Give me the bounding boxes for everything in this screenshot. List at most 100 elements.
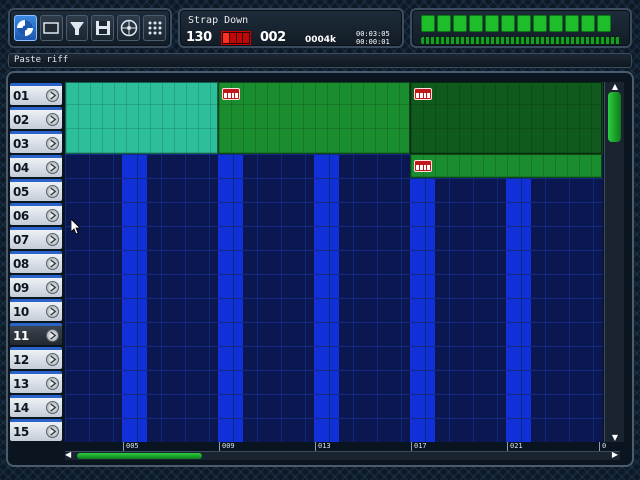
riff-block[interactable] [218, 82, 410, 154]
track-number: 07 [13, 232, 29, 247]
channel-light [581, 15, 595, 32]
pattern-number[interactable]: 002 [260, 30, 286, 45]
screen-icon[interactable] [39, 15, 63, 41]
ruler-mark: 021 [507, 442, 523, 451]
track-number: 10 [13, 304, 29, 319]
track-options-icon[interactable] [46, 305, 59, 318]
track-number: 03 [13, 136, 29, 151]
track-options-icon[interactable] [46, 209, 59, 222]
track-number: 08 [13, 256, 29, 271]
vertical-scrollbar[interactable]: ▲ ▼ [604, 82, 624, 442]
channel-light [549, 15, 563, 32]
status-text: Paste riff [14, 55, 69, 65]
pattern-column [410, 178, 435, 442]
song-info-panel: Strap Down 130 002 0004k 00:03:05 00:00:… [178, 8, 404, 48]
riff-icon[interactable] [414, 160, 432, 172]
scroll-right-icon[interactable]: ▶ [612, 450, 618, 459]
grid-line [65, 274, 603, 275]
track-row[interactable]: 03 [10, 131, 62, 153]
horizontal-scroll-thumb[interactable] [77, 453, 202, 459]
grid-line [65, 250, 603, 251]
track-row[interactable]: 12 [10, 347, 62, 369]
dots-grid-icon[interactable] [143, 15, 166, 41]
riff-block[interactable] [602, 82, 603, 154]
track-row[interactable]: 09 [10, 275, 62, 297]
track-row[interactable]: 06 [10, 203, 62, 225]
save-icon[interactable] [91, 15, 115, 41]
track-row[interactable]: 14 [10, 395, 62, 417]
level-meter [421, 37, 621, 44]
track-row[interactable]: 10 [10, 299, 62, 321]
track-row[interactable]: 04 [10, 155, 62, 177]
track-number: 14 [13, 400, 29, 415]
channel-light [565, 15, 579, 32]
funnel-icon[interactable] [65, 15, 89, 41]
track-options-icon[interactable] [46, 89, 59, 102]
grid-line [65, 226, 603, 227]
track-number: 09 [13, 280, 29, 295]
track-row[interactable]: 05 [10, 179, 62, 201]
ruler-mark: 017 [411, 442, 427, 451]
track-number: 05 [13, 184, 29, 199]
track-row[interactable]: 02 [10, 107, 62, 129]
channel-light [485, 15, 499, 32]
track-options-icon[interactable] [46, 161, 59, 174]
reel-icon[interactable] [117, 15, 141, 41]
mouse-pointer-icon [71, 219, 81, 235]
riff-block[interactable] [410, 154, 602, 178]
track-list: 01 02 03 04 05 06 07 08 09 10 11 12 13 14 15 [10, 82, 65, 442]
riff-block[interactable] [410, 82, 602, 154]
grid-line [65, 178, 603, 179]
track-row[interactable]: 08 [10, 251, 62, 273]
grid-line [65, 202, 603, 203]
riff-icon[interactable] [222, 88, 240, 100]
track-options-icon[interactable] [46, 113, 59, 126]
status-bar: Paste riff [8, 53, 632, 68]
channel-lights [421, 15, 611, 32]
riff-block[interactable] [65, 82, 218, 154]
riff-icon[interactable] [414, 88, 432, 100]
tempo-meter [221, 31, 251, 45]
track-number: 06 [13, 208, 29, 223]
track-options-icon[interactable] [46, 353, 59, 366]
song-title: Strap Down [188, 15, 249, 26]
disc-icon[interactable] [14, 15, 37, 41]
channel-light [421, 15, 435, 32]
channel-light [597, 15, 611, 32]
track-options-icon[interactable] [46, 257, 59, 270]
track-options-icon[interactable] [46, 401, 59, 414]
track-options-icon[interactable] [46, 329, 59, 342]
position-ruler: 005 009 013 017 021 0 [65, 442, 620, 451]
track-number: 15 [13, 424, 29, 439]
grid-line [65, 322, 603, 323]
scroll-up-icon[interactable]: ▲ [610, 82, 620, 91]
track-options-icon[interactable] [46, 425, 59, 438]
grid-line [65, 370, 603, 371]
track-row[interactable]: 15 [10, 419, 62, 441]
arrangement-grid[interactable] [65, 82, 603, 442]
track-number: 12 [13, 352, 29, 367]
tempo-value[interactable]: 130 [186, 30, 212, 45]
track-row[interactable]: 01 [10, 83, 62, 105]
scroll-down-icon[interactable]: ▼ [610, 433, 620, 442]
track-row[interactable]: 07 [10, 227, 62, 249]
track-number: 01 [13, 88, 29, 103]
track-number: 04 [13, 160, 29, 175]
track-options-icon[interactable] [46, 377, 59, 390]
scroll-left-icon[interactable]: ◀ [65, 450, 71, 459]
channel-light [501, 15, 515, 32]
track-row[interactable]: 13 [10, 371, 62, 393]
channel-light [437, 15, 451, 32]
grid-line [65, 418, 603, 419]
vertical-scroll-thumb[interactable] [608, 92, 621, 142]
track-options-icon[interactable] [46, 137, 59, 150]
track-options-icon[interactable] [46, 281, 59, 294]
track-number: 02 [13, 112, 29, 127]
ruler-mark: 009 [219, 442, 235, 451]
track-options-icon[interactable] [46, 185, 59, 198]
horizontal-scrollbar[interactable]: ◀ ▶ [65, 450, 620, 460]
grid-line [65, 298, 603, 299]
grid-line [65, 346, 603, 347]
track-row[interactable]: 11 [10, 323, 62, 345]
track-options-icon[interactable] [46, 233, 59, 246]
